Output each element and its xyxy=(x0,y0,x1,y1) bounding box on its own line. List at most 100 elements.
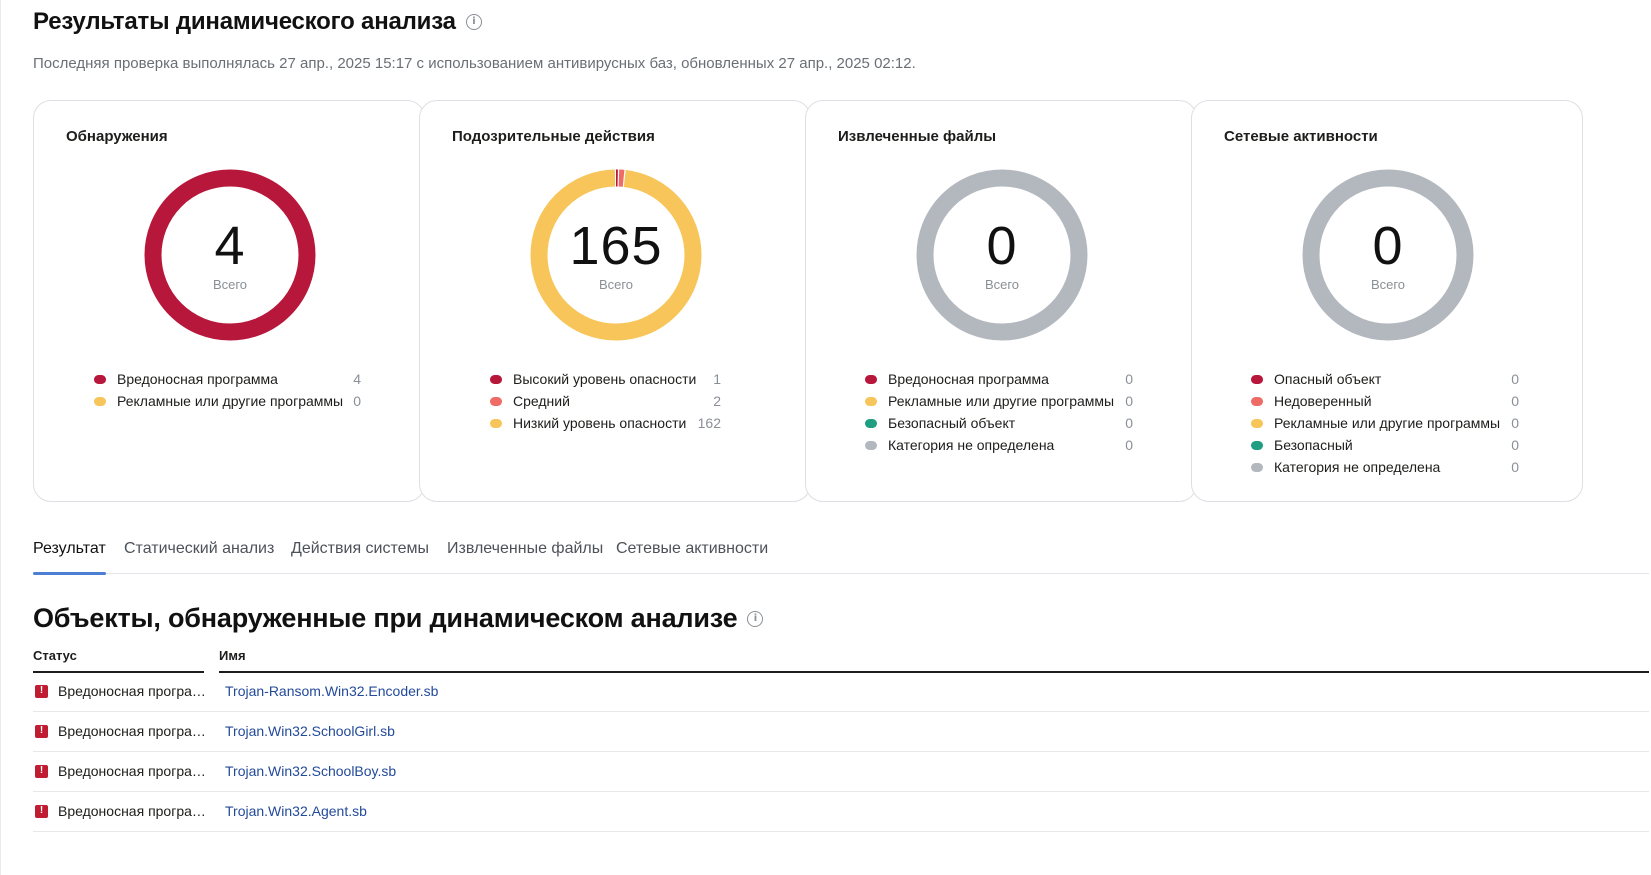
legend-label: Безопасный xyxy=(1274,437,1353,453)
donut-total-label: Всего xyxy=(598,276,634,292)
donut-chart[interactable]: 0 Всего xyxy=(1296,163,1480,347)
legend-label: Вредоносная программа xyxy=(888,371,1049,387)
legend-count: 1 xyxy=(713,371,721,387)
page-title-text: Результаты динамического анализа xyxy=(33,8,456,35)
object-name-link[interactable]: Trojan.Win32.SchoolGirl.sb xyxy=(225,723,395,739)
card-title: Извлеченные файлы xyxy=(838,128,997,145)
legend-count: 0 xyxy=(1511,371,1519,387)
table-row[interactable]: ! Вредоносная программа Trojan.Win32.Agent… xyxy=(33,792,1649,832)
legend-dot-icon xyxy=(865,374,877,384)
legend-label: Категория не определена xyxy=(888,437,1055,453)
donut-center: 165 Всего xyxy=(524,163,708,347)
objects-table: Статус Имя ! Вредоносная программа Trojan-… xyxy=(33,640,1649,832)
legend-label: Рекламные или другие программы xyxy=(117,393,344,409)
legend-dot-icon xyxy=(1251,418,1263,428)
tab-network-activity[interactable]: Сетевые активности xyxy=(616,540,768,574)
legend-label: Безопасный объект xyxy=(888,415,1016,431)
tab-result[interactable]: Результат xyxy=(33,540,106,575)
legend-count: 2 xyxy=(713,393,721,409)
donut-total-label: Всего xyxy=(984,276,1020,292)
legend-item[interactable]: Безопасный объект 0 xyxy=(865,412,1133,434)
legend-item[interactable]: Недоверенный 0 xyxy=(1251,390,1519,412)
object-name-link[interactable]: Trojan.Win32.SchoolBoy.sb xyxy=(225,763,396,779)
legend-dot-icon xyxy=(490,396,502,406)
last-scan-info: Последняя проверка выполнялась 27 апр., … xyxy=(33,55,916,72)
tab-system-actions[interactable]: Действия системы xyxy=(291,540,429,574)
table-body: ! Вредоносная программа Trojan-Ransom.Win3… xyxy=(33,672,1649,832)
legend-count: 0 xyxy=(1511,415,1519,431)
legend-label: Рекламные или другие программы xyxy=(1274,415,1501,431)
object-name-link[interactable]: Trojan-Ransom.Win32.Encoder.sb xyxy=(225,683,438,699)
legend-count: 0 xyxy=(1125,371,1133,387)
card-network-activity[interactable]: Сетевые активности 0 Всего Опасный объект 0 Н… xyxy=(1191,100,1583,502)
column-header-status[interactable]: Статус xyxy=(33,648,77,663)
column-header-name[interactable]: Имя xyxy=(219,648,246,663)
card-extracted-files[interactable]: Извлеченные файлы 0 Всего Вредоносная прогр… xyxy=(805,100,1197,502)
table-row[interactable]: ! Вредоносная программа Trojan-Ransom.Win3… xyxy=(33,672,1649,712)
donut-total-value: 0 xyxy=(986,215,1018,276)
legend-label: Категория не определена xyxy=(1274,459,1441,475)
legend-label: Недоверенный xyxy=(1274,393,1372,409)
legend-dot-icon xyxy=(1251,374,1263,384)
status-cell: ! Вредоносная программа xyxy=(33,763,211,779)
info-icon[interactable]: i xyxy=(747,610,764,627)
legend-count: 0 xyxy=(1125,437,1133,453)
tab-extracted-files[interactable]: Извлеченные файлы xyxy=(447,540,603,574)
summary-cards: Обнаружения 4 Всего Вредоносная программа 4 Р… xyxy=(33,100,1649,502)
legend-dot-icon xyxy=(865,440,877,450)
donut-total-value: 0 xyxy=(1372,215,1404,276)
status-cell: ! Вредоносная программа xyxy=(33,803,211,819)
donut-total-value: 165 xyxy=(569,215,663,276)
legend-item[interactable]: Опасный объект 0 xyxy=(1251,368,1519,390)
legend-count: 0 xyxy=(1511,393,1519,409)
legend-item[interactable]: Низкий уровень опасности 162 xyxy=(490,412,721,434)
card-suspicious-actions[interactable]: Подозрительные действия 165 Всего Высокий у… xyxy=(419,100,811,502)
legend-item[interactable]: Средний 2 xyxy=(490,390,721,412)
donut-center: 4 Всего xyxy=(138,163,322,347)
legend-count: 0 xyxy=(1511,437,1519,453)
status-text: Вредоносная программа xyxy=(58,763,211,779)
alert-icon: ! xyxy=(35,724,48,738)
chart-legend: Вредоносная программа 4 Рекламные или друг… xyxy=(94,368,361,412)
tab-static-analysis[interactable]: Статический анализ xyxy=(124,540,274,574)
legend-item[interactable]: Категория не определена 0 xyxy=(1251,456,1519,478)
status-cell: ! Вредоносная программа xyxy=(33,723,211,739)
status-cell: ! Вредоносная программа xyxy=(33,683,211,699)
alert-icon: ! xyxy=(35,684,48,698)
legend-dot-icon xyxy=(865,396,877,406)
card-detections[interactable]: Обнаружения 4 Всего Вредоносная программа 4 Р… xyxy=(33,100,425,502)
legend-item[interactable]: Вредоносная программа 4 xyxy=(94,368,361,390)
legend-item[interactable]: Рекламные или другие программы 0 xyxy=(94,390,361,412)
page-title: Результаты динамического анализа i xyxy=(33,8,482,36)
legend-label: Высокий уровень опасности xyxy=(513,371,697,387)
chart-legend: Опасный объект 0 Недоверенный 0 Рекламные ил… xyxy=(1251,368,1519,478)
legend-item[interactable]: Безопасный 0 xyxy=(1251,434,1519,456)
legend-item[interactable]: Категория не определена 0 xyxy=(865,434,1133,456)
donut-total-value: 4 xyxy=(214,215,246,276)
legend-item[interactable]: Рекламные или другие программы 0 xyxy=(865,390,1133,412)
legend-label: Низкий уровень опасности xyxy=(513,415,687,431)
object-name-link[interactable]: Trojan.Win32.Agent.sb xyxy=(225,803,367,819)
status-text: Вредоносная программа xyxy=(58,803,211,819)
donut-chart[interactable]: 4 Всего xyxy=(138,163,322,347)
legend-dot-icon xyxy=(1251,462,1263,472)
chart-legend: Высокий уровень опасности 1 Средний 2 Низкий… xyxy=(490,368,721,434)
legend-item[interactable]: Высокий уровень опасности 1 xyxy=(490,368,721,390)
legend-count: 0 xyxy=(1125,393,1133,409)
legend-item[interactable]: Рекламные или другие программы 0 xyxy=(1251,412,1519,434)
objects-section-title: Объекты, обнаруженные при динамическом а… xyxy=(33,603,764,634)
table-row[interactable]: ! Вредоносная программа Trojan.Win32.Schoo… xyxy=(33,712,1649,752)
legend-dot-icon xyxy=(1251,440,1263,450)
legend-dot-icon xyxy=(94,374,106,384)
alert-icon: ! xyxy=(35,804,48,818)
card-title: Сетевые активности xyxy=(1224,128,1378,145)
legend-label: Опасный объект xyxy=(1274,371,1382,387)
donut-chart[interactable]: 165 Всего xyxy=(524,163,708,347)
alert-icon: ! xyxy=(35,764,48,778)
donut-chart[interactable]: 0 Всего xyxy=(910,163,1094,347)
legend-item[interactable]: Вредоносная программа 0 xyxy=(865,368,1133,390)
table-row[interactable]: ! Вредоносная программа Trojan.Win32.Schoo… xyxy=(33,752,1649,792)
legend-label: Рекламные или другие программы xyxy=(888,393,1115,409)
donut-center: 0 Всего xyxy=(1296,163,1480,347)
info-icon[interactable]: i xyxy=(465,14,482,30)
